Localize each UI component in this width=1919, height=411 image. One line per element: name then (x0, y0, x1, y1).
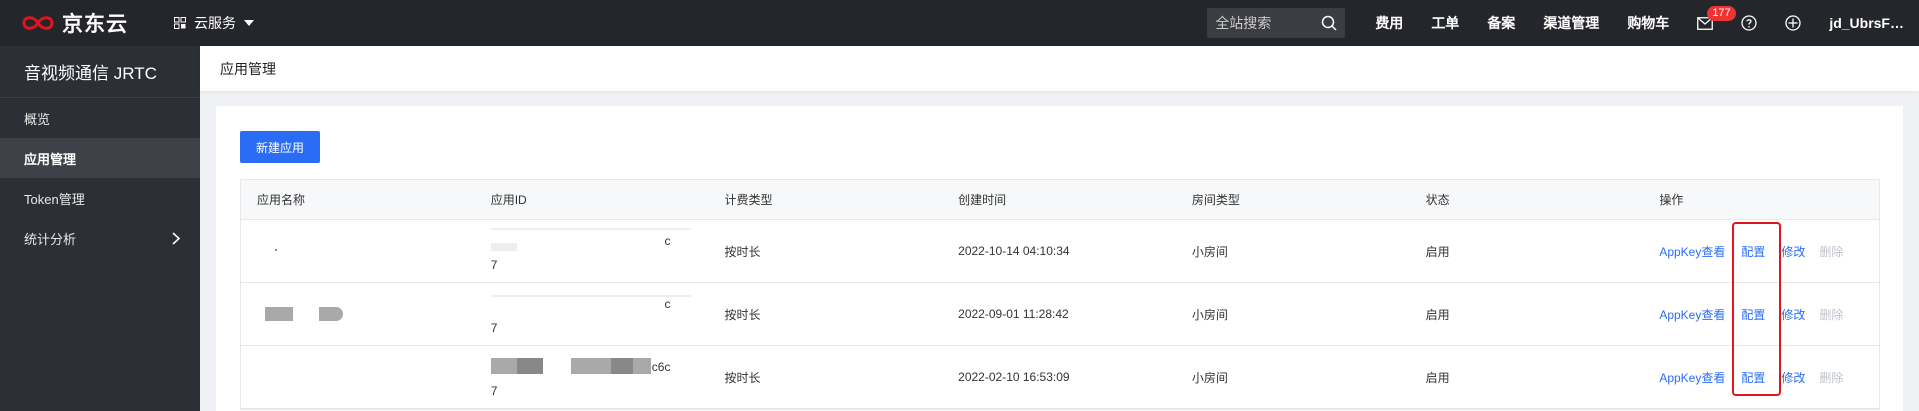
billing-cell: 按时长 (724, 307, 761, 322)
column-header-room-type: 房间类型 (1191, 193, 1240, 207)
status-cell: 启用 (1425, 370, 1450, 385)
redacted-block (265, 307, 293, 321)
user-account-menu[interactable]: jd_UbrsF… (1829, 15, 1904, 31)
app-id-visible-tail: 7 (490, 258, 498, 272)
redacted-block (490, 358, 517, 374)
app-id-visible-suffix: c (664, 297, 671, 311)
config-highlight-box (1732, 222, 1781, 396)
view-appkey-link[interactable]: AppKey查看 (1659, 369, 1725, 386)
messages-button[interactable]: 177 (1697, 5, 1736, 30)
page-title: 应用管理 (200, 46, 1919, 91)
status-cell: 启用 (1425, 244, 1450, 259)
app-id-visible-suffix: c6c (651, 360, 671, 374)
status-cell: 启用 (1425, 307, 1450, 322)
delete-link-disabled: 删除 (1819, 307, 1844, 322)
app-id-visible-tail: 7 (490, 384, 498, 398)
redacted-block (490, 243, 517, 251)
billing-cell: 按时长 (724, 244, 761, 259)
view-appkey-link[interactable]: AppKey查看 (1659, 243, 1725, 260)
room-type-cell: 小房间 (1191, 244, 1228, 259)
nav-billing[interactable]: 费用 (1375, 13, 1403, 33)
sidebar-item-app-management[interactable]: 应用管理 (0, 138, 200, 178)
sidebar-item-label: 应用管理 (24, 151, 77, 167)
app-table: 应用名称 应用ID 计费类型 创建时间 房间类型 状态 操作 c 7 按时长 2… (240, 179, 1880, 410)
search-icon[interactable] (1321, 15, 1337, 31)
sidebar-item-label: 统计分析 (24, 231, 77, 247)
cloud-services-label: 云服务 (194, 15, 236, 31)
help-button[interactable] (1741, 15, 1757, 31)
help-icon (1741, 15, 1757, 31)
global-search[interactable] (1207, 8, 1346, 38)
modify-link[interactable]: 修改 (1781, 306, 1805, 323)
redacted-block (610, 358, 633, 374)
globe-icon (1785, 15, 1801, 31)
column-header-app-name: 应用名称 (257, 193, 306, 207)
app-id-cell: c 7 (475, 220, 709, 282)
modify-link[interactable]: 修改 (1781, 243, 1805, 260)
sidebar-item-label: Token管理 (24, 191, 85, 207)
app-id-cell: c6c 7 (475, 346, 709, 408)
grid-icon (174, 17, 186, 29)
app-name-cell-redacted (241, 220, 475, 282)
sidebar-item-label: 概览 (24, 111, 51, 127)
language-button[interactable] (1785, 15, 1801, 31)
nav-tickets[interactable]: 工单 (1431, 13, 1459, 33)
message-count-badge: 177 (1707, 5, 1736, 21)
table-row: c6c 7 按时长 2022-02-10 16:53:09 小房间 启用 App… (241, 346, 1879, 409)
sidebar-item-token-management[interactable]: Token管理 (0, 178, 200, 218)
redacted-block (319, 307, 343, 321)
sidebar: 音视频通信 JRTC 概览 应用管理 Token管理 统计分析 (0, 46, 200, 411)
created-time-cell: 2022-09-01 11:28:42 (958, 307, 1069, 321)
delete-link-disabled: 删除 (1819, 370, 1844, 385)
app-id-visible-tail: 7 (490, 321, 498, 335)
redacted-block (490, 295, 691, 297)
app-id-cell: c 7 (475, 283, 709, 345)
redacted-block (490, 228, 691, 230)
redacted-block (516, 358, 543, 374)
redacted-block (275, 249, 277, 251)
nav-filing[interactable]: 备案 (1487, 13, 1515, 33)
column-header-actions: 操作 (1659, 193, 1684, 207)
content-card: 新建应用 应用名称 应用ID 计费类型 创建时间 房间类型 状态 操作 c 7 … (216, 106, 1903, 411)
chevron-right-icon (172, 232, 180, 245)
app-name-cell-redacted (241, 283, 475, 345)
product-title: 音视频通信 JRTC (0, 46, 200, 98)
app-id-visible-suffix: c (664, 234, 671, 248)
brand-logo[interactable]: 京东云 (20, 8, 136, 38)
column-header-status: 状态 (1425, 193, 1450, 207)
column-header-billing: 计费类型 (724, 193, 773, 207)
column-header-created: 创建时间 (958, 193, 1007, 207)
chevron-down-icon (244, 20, 254, 26)
nav-cart[interactable]: 购物车 (1627, 13, 1669, 33)
created-time-cell: 2022-02-10 16:53:09 (958, 370, 1070, 384)
room-type-cell: 小房间 (1191, 307, 1228, 322)
brand-name: 京东云 (62, 13, 128, 36)
search-input[interactable] (1215, 15, 1316, 31)
view-appkey-link[interactable]: AppKey查看 (1659, 306, 1725, 323)
table-row: c 7 按时长 2022-10-14 04:10:34 小房间 启用 AppKe… (241, 220, 1879, 283)
jd-cloud-logo-icon (22, 16, 54, 30)
sidebar-item-overview[interactable]: 概览 (0, 98, 200, 138)
top-navigation-bar: 京东云 云服务 费用 工单 备案 渠道管理 购物车 177 (0, 0, 1919, 46)
sidebar-item-statistics[interactable]: 统计分析 (0, 218, 200, 258)
delete-link-disabled: 删除 (1819, 244, 1844, 259)
room-type-cell: 小房间 (1191, 370, 1228, 385)
new-app-button[interactable]: 新建应用 (240, 131, 320, 163)
modify-link[interactable]: 修改 (1781, 369, 1805, 386)
table-header: 应用名称 应用ID 计费类型 创建时间 房间类型 状态 操作 (241, 180, 1879, 220)
table-row: c 7 按时长 2022-09-01 11:28:42 小房间 启用 AppKe… (241, 283, 1879, 346)
cloud-services-menu[interactable]: 云服务 (174, 13, 254, 33)
billing-cell: 按时长 (724, 370, 761, 385)
created-time-cell: 2022-10-14 04:10:34 (958, 244, 1070, 258)
column-header-app-id: 应用ID (490, 193, 527, 207)
app-name-cell-redacted (241, 346, 475, 408)
nav-channel-management[interactable]: 渠道管理 (1543, 13, 1599, 33)
